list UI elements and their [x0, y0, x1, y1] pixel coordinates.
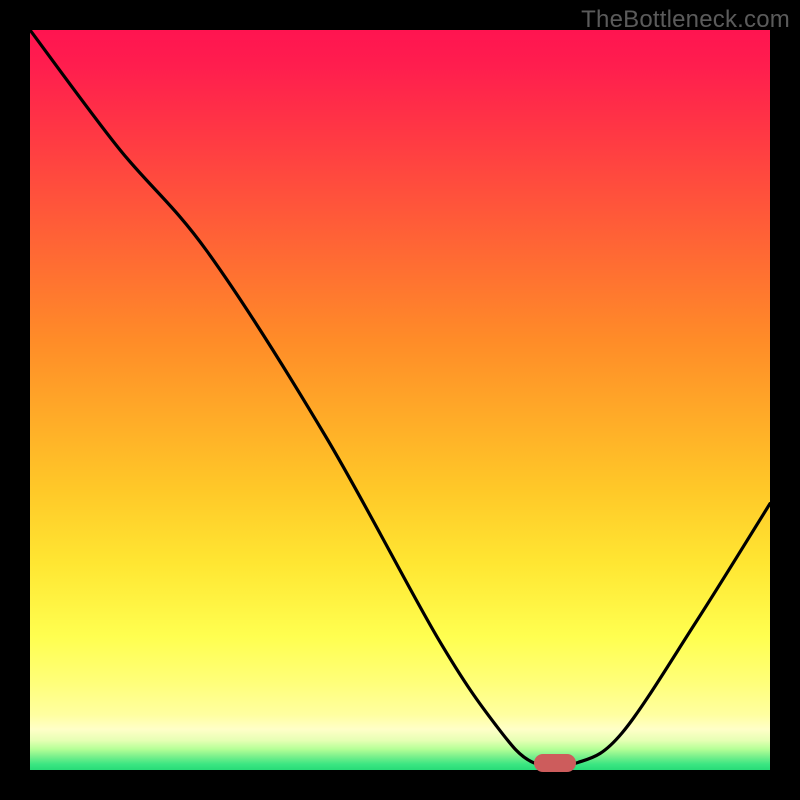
optimal-point-marker — [534, 754, 576, 772]
plot-area — [30, 30, 770, 770]
bottleneck-chart: TheBottleneck.com — [0, 0, 800, 800]
bottleneck-curve-path — [30, 30, 770, 767]
curve-svg — [30, 30, 770, 770]
